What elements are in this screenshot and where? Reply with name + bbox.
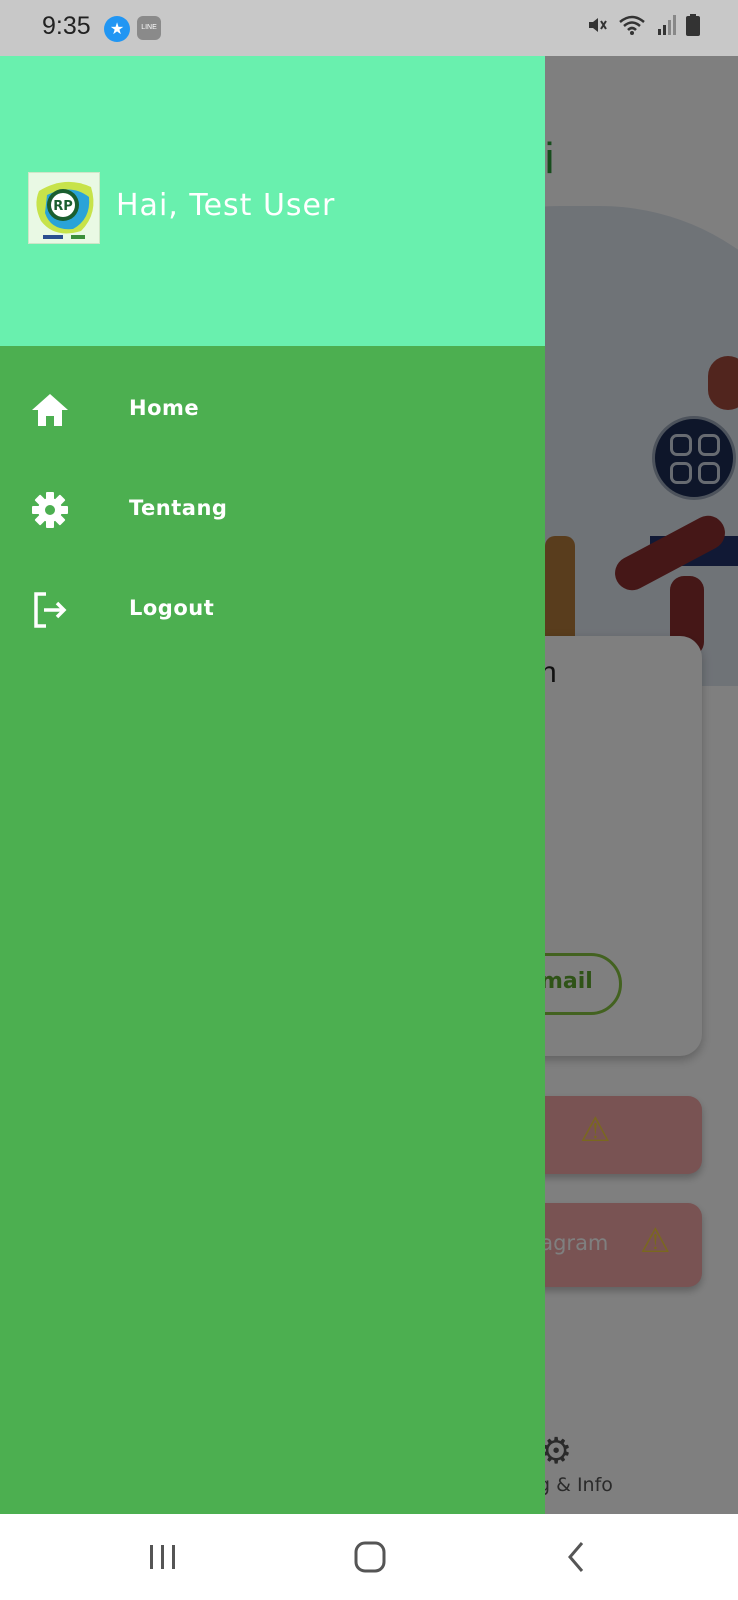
logout-icon: [34, 592, 67, 628]
logo-text: RP: [53, 199, 73, 214]
mute-icon: [589, 18, 607, 32]
drawer-item-home[interactable]: Home: [0, 370, 545, 450]
drawer-item-label: Logout: [129, 596, 215, 620]
back-icon: [568, 1542, 584, 1572]
signal-icon: [658, 15, 676, 35]
avatar: RP: [28, 172, 100, 244]
drawer-item-tentang[interactable]: Tentang: [0, 470, 545, 550]
home-button[interactable]: [340, 1532, 400, 1582]
drawer-item-label: Tentang: [129, 496, 228, 520]
home-circle-icon: [354, 1541, 386, 1573]
navigation-drawer: RP Hai, Test User Home Tentang Logout: [0, 56, 545, 1514]
line-notification-icon: LINE: [137, 16, 161, 40]
app-logo-icon: RP: [36, 181, 94, 239]
drawer-item-logout[interactable]: Logout: [0, 570, 545, 650]
recent-apps-button[interactable]: [133, 1532, 193, 1582]
home-icon: [32, 394, 68, 426]
status-icons: [586, 14, 700, 36]
back-button[interactable]: [546, 1532, 606, 1582]
status-time: 9:35: [42, 12, 91, 40]
battery-icon: [686, 14, 700, 36]
gear-icon: [32, 492, 68, 528]
system-navigation-bar: [0, 1514, 738, 1600]
recent-apps-icon: [150, 1545, 175, 1569]
drawer-greeting: Hai, Test User: [116, 188, 336, 223]
star-notification-icon: ★: [104, 16, 130, 42]
drawer-header: RP Hai, Test User: [0, 56, 545, 346]
status-bar: 9:35 ★ LINE: [0, 0, 738, 56]
drawer-item-label: Home: [129, 396, 200, 420]
wifi-icon: [619, 15, 645, 35]
